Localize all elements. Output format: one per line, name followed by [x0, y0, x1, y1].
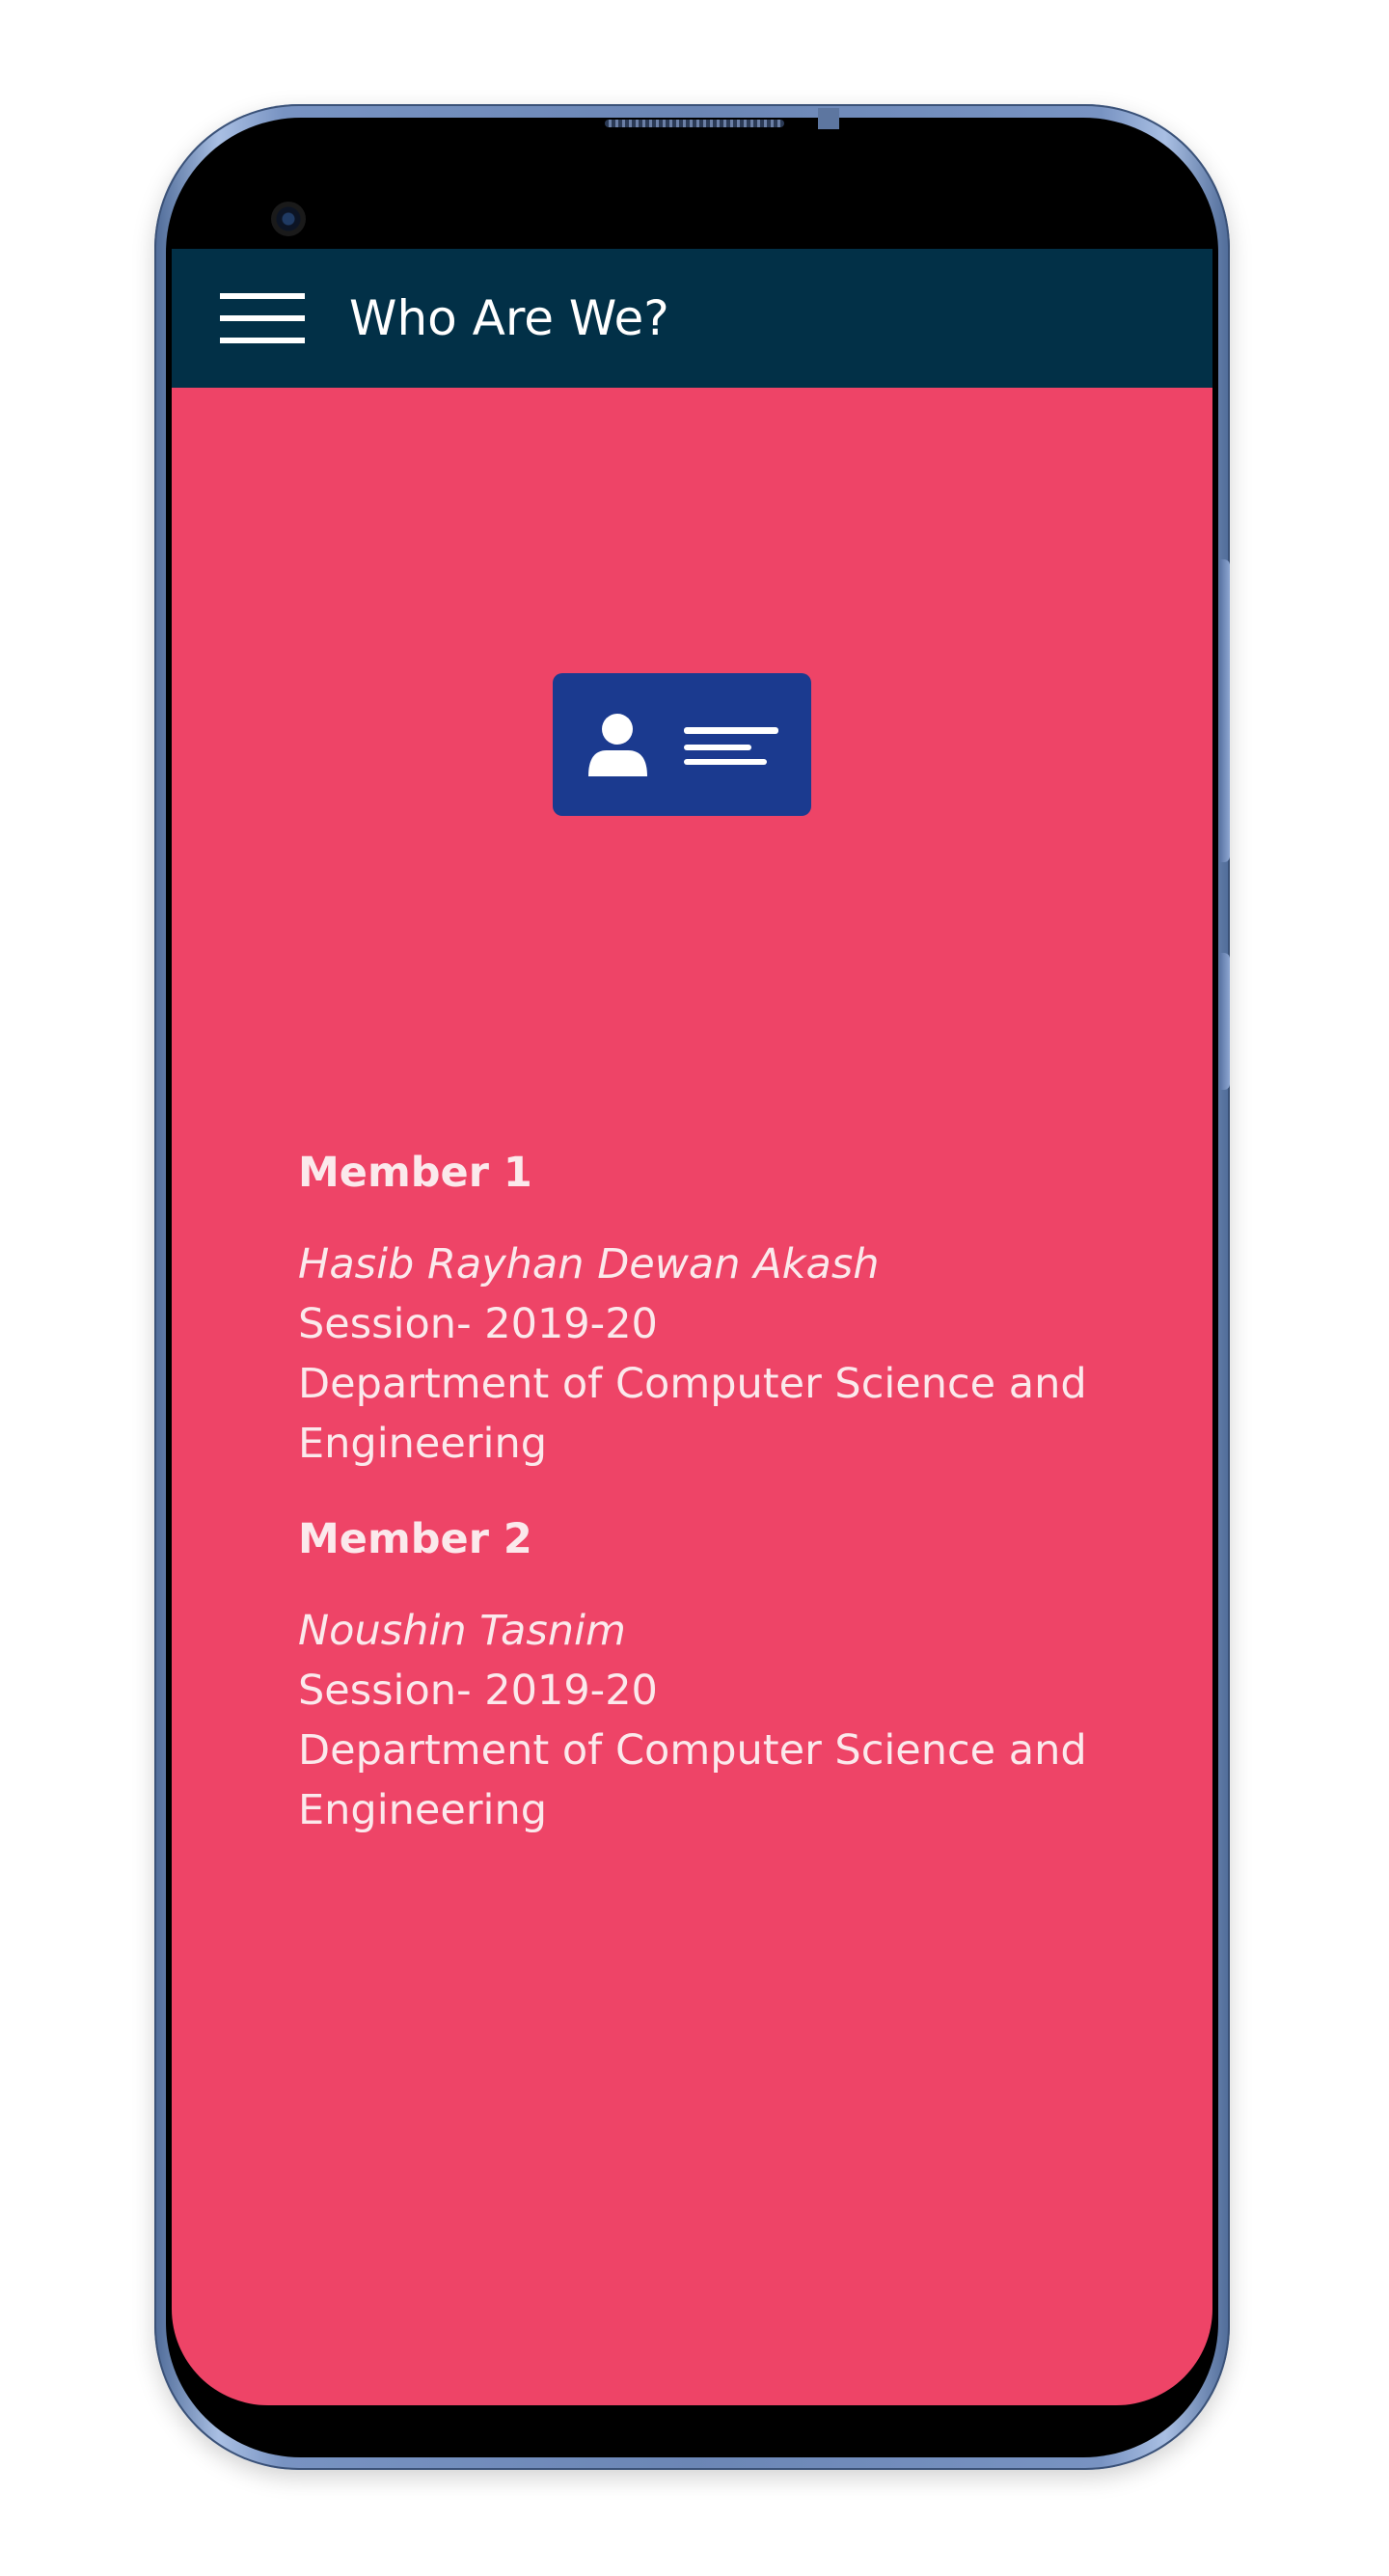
text-line: [684, 727, 778, 734]
text-line: [684, 745, 751, 750]
person-head: [602, 714, 633, 745]
front-camera: [271, 202, 306, 236]
member-department: Department of Computer Science and Engin…: [298, 1360, 1087, 1468]
power-button: [1220, 953, 1230, 1090]
menu-line: [220, 293, 305, 299]
text-line: [684, 759, 767, 765]
id-card-graphic: [588, 714, 778, 776]
member-card: Member 1 Hasib Rayhan Dewan Akash Sessio…: [298, 1146, 1128, 1474]
app-bar: Who Are We?: [172, 249, 1212, 388]
antenna-band: [818, 108, 839, 129]
speaker-grill: [605, 120, 784, 127]
page-title: Who Are We?: [349, 290, 669, 346]
member-name: Noushin Tasnim: [298, 1607, 626, 1655]
member-heading: Member 1: [298, 1149, 532, 1197]
member-heading: Member 2: [298, 1515, 532, 1563]
stage: Who Are We? Member 1 Hasib Rayhan Dewan …: [0, 0, 1389, 2576]
member-department: Department of Computer Science and Engin…: [298, 1726, 1087, 1834]
members-list: Member 1 Hasib Rayhan Dewan Akash Sessio…: [298, 1146, 1128, 1840]
member-session: Session- 2019-20: [298, 1300, 658, 1348]
menu-line: [220, 315, 305, 321]
hamburger-menu-icon[interactable]: [220, 291, 307, 345]
member-name: Hasib Rayhan Dewan Akash: [298, 1240, 880, 1288]
person-body: [588, 750, 647, 776]
id-card-icon: [553, 673, 811, 816]
app-screen: Who Are We? Member 1 Hasib Rayhan Dewan …: [172, 249, 1212, 2405]
menu-line: [220, 338, 305, 343]
member-session: Session- 2019-20: [298, 1667, 658, 1715]
volume-up-button: [1220, 559, 1230, 862]
member-card: Member 2 Noushin Tasnim Session- 2019-20…: [298, 1512, 1128, 1840]
